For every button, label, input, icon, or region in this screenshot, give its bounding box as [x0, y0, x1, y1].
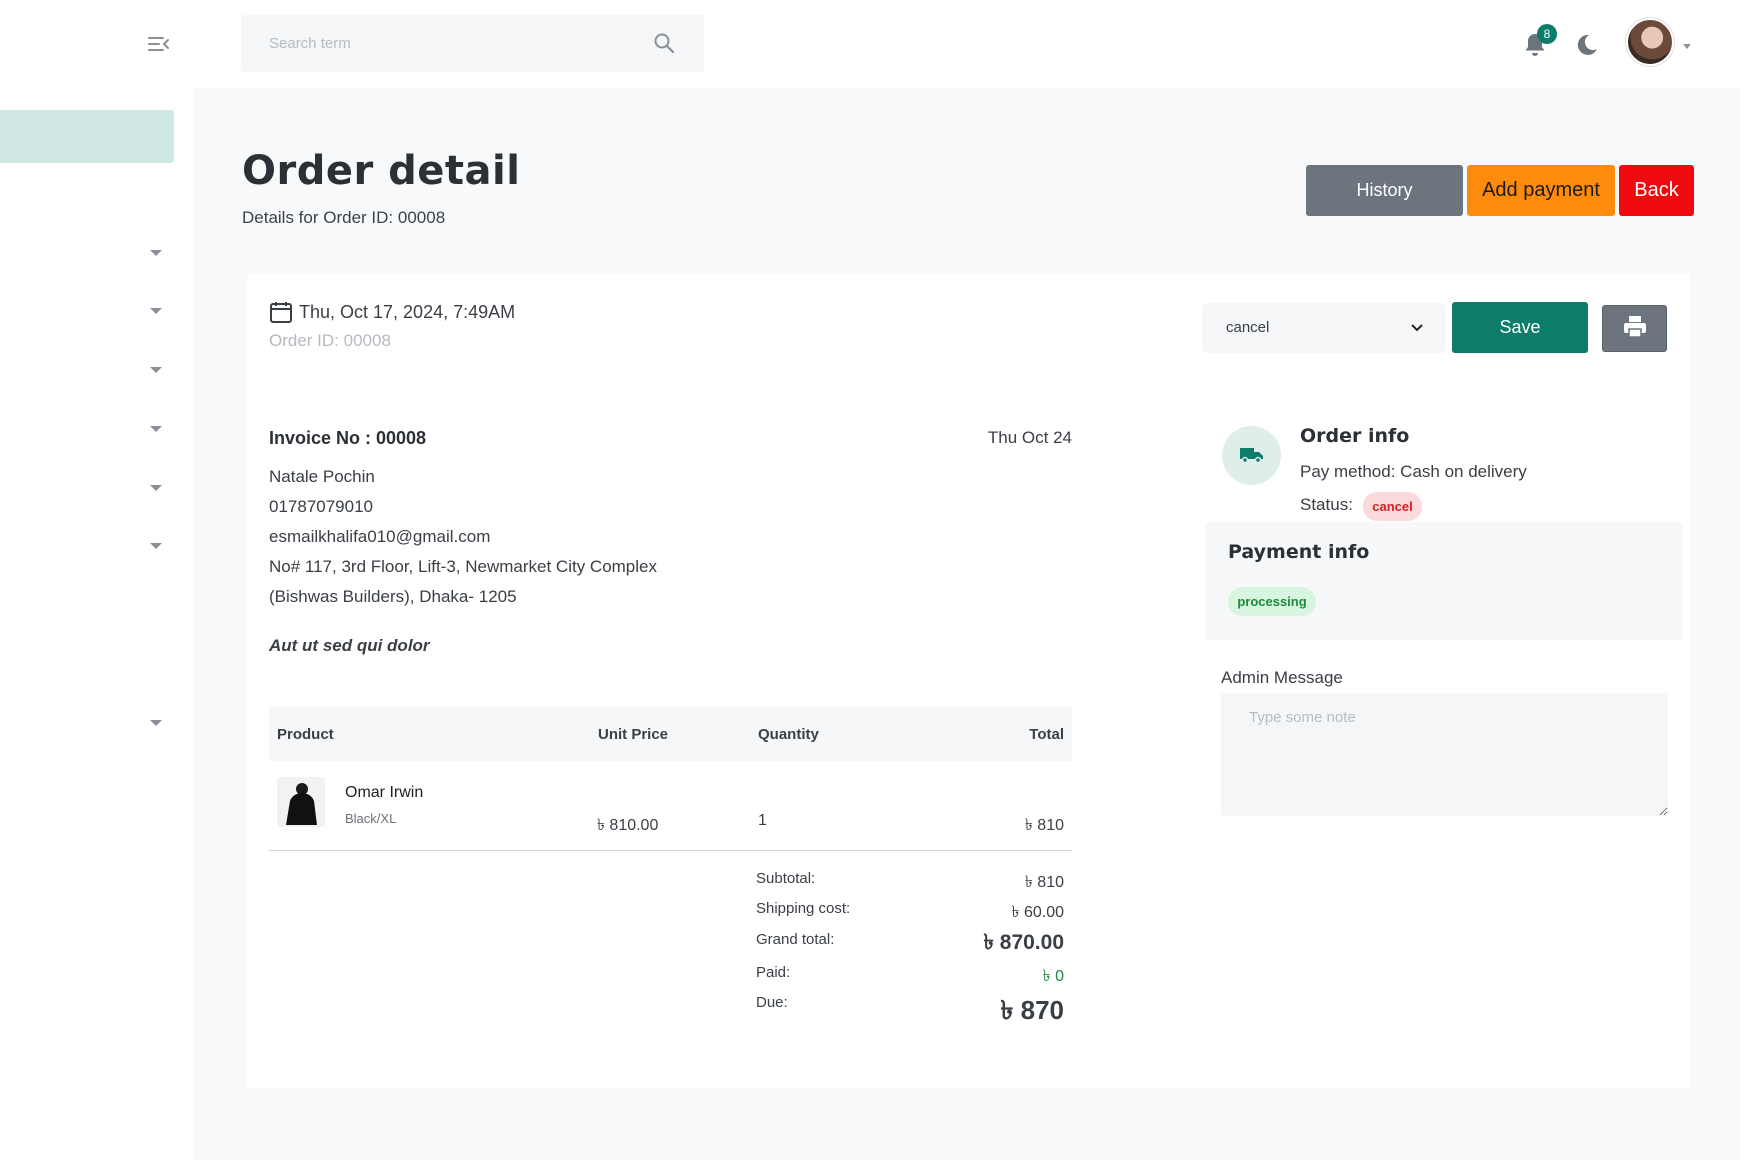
- invoice-number: Invoice No : 00008: [269, 428, 427, 448]
- chevron-down-icon[interactable]: [150, 426, 162, 432]
- admin-note-textarea[interactable]: [1221, 693, 1668, 816]
- order-id: Order ID: 00008: [269, 331, 391, 350]
- truck-icon: [1240, 448, 1263, 464]
- topbar: 8: [193, 0, 1740, 88]
- chevron-down-icon[interactable]: [150, 720, 162, 726]
- avatar-chevron-down-icon[interactable]: [1683, 44, 1691, 49]
- chevron-down-icon: [1411, 324, 1423, 332]
- shipping-value: ৳ 60.00: [1011, 904, 1064, 921]
- print-button[interactable]: [1602, 305, 1667, 352]
- search-bar: [241, 15, 704, 72]
- column-header-quantity: Quantity: [758, 726, 819, 743]
- column-header-product: Product: [277, 726, 334, 743]
- page-title: Order detail: [242, 148, 521, 194]
- save-button[interactable]: Save: [1452, 302, 1588, 353]
- product-total: ৳ 810: [1024, 817, 1064, 834]
- history-button[interactable]: History: [1306, 165, 1463, 216]
- search-icon[interactable]: [654, 33, 674, 53]
- add-payment-button[interactable]: Add payment: [1467, 165, 1615, 216]
- grand-total-value: ৳ 870.00: [983, 931, 1064, 954]
- column-header-unit-price: Unit Price: [598, 726, 669, 743]
- product-quantity: 1: [758, 812, 767, 829]
- column-header-total: Total: [1029, 726, 1064, 743]
- admin-message-label: Admin Message: [1221, 668, 1343, 687]
- table-header: Product Unit Price Quantity Total: [269, 706, 1072, 761]
- product-name: Omar Irwin: [345, 784, 424, 801]
- product-thumbnail: [277, 777, 325, 827]
- paid-label: Paid:: [756, 964, 791, 981]
- due-label: Due:: [756, 994, 788, 1011]
- notification-badge: 8: [1537, 24, 1557, 44]
- pay-method: Pay method: Cash on delivery: [1300, 462, 1527, 481]
- paid-value: ৳ 0: [1042, 968, 1064, 985]
- page-subtitle: Details for Order ID: 00008: [242, 208, 446, 227]
- customer-address-line1: No# 117, 3rd Floor, Lift-3, Newmarket Ci…: [269, 557, 657, 576]
- grand-total-label: Grand total:: [756, 931, 835, 948]
- subtotal-label: Subtotal:: [756, 870, 816, 887]
- order-info-status-label: Status:: [1300, 495, 1353, 514]
- chevron-down-icon[interactable]: [150, 485, 162, 491]
- table-divider: [269, 850, 1072, 851]
- print-icon: [1623, 316, 1646, 338]
- search-input[interactable]: [241, 15, 641, 72]
- menu-collapse-icon[interactable]: [148, 35, 172, 55]
- order-date-row: Thu, Oct 17, 2024, 7:49AM: [269, 300, 515, 324]
- order-note: Aut ut sed qui dolor: [269, 636, 430, 655]
- customer-name: Natale Pochin: [269, 467, 375, 486]
- shipping-label: Shipping cost:: [756, 900, 851, 917]
- user-avatar[interactable]: [1626, 18, 1674, 66]
- customer-phone: 01787079010: [269, 497, 374, 516]
- chevron-down-icon[interactable]: [150, 543, 162, 549]
- invoice-date: Thu Oct 24: [987, 428, 1072, 447]
- payment-info-title: Payment info: [1228, 541, 1370, 563]
- customer-address-line2: (Bishwas Builders), Dhaka- 1205: [269, 587, 517, 606]
- order-card: [247, 273, 1690, 1088]
- sidebar-active-item[interactable]: [0, 110, 174, 163]
- product-variant: Black/XL: [345, 811, 397, 826]
- payment-status-badge: processing: [1228, 587, 1316, 616]
- status-badge-cancel: cancel: [1363, 492, 1422, 521]
- due-value: ৳ 870: [1000, 995, 1064, 1025]
- chevron-down-icon[interactable]: [150, 367, 162, 373]
- customer-email: esmailkhalifa010@gmail.com: [269, 527, 491, 546]
- calendar-icon: [270, 302, 292, 323]
- back-button[interactable]: Back: [1619, 165, 1694, 216]
- chevron-down-icon[interactable]: [150, 308, 162, 314]
- subtotal-value: ৳ 810: [1024, 874, 1064, 891]
- theme-toggle-moon-icon[interactable]: [1573, 32, 1599, 58]
- order-datetime: Thu, Oct 17, 2024, 7:49AM: [299, 301, 516, 322]
- payment-info-box: [1205, 522, 1683, 640]
- chevron-down-icon[interactable]: [150, 250, 162, 256]
- sidebar: [0, 0, 193, 1160]
- order-info-title: Order info: [1300, 425, 1410, 447]
- truck-icon-badge: [1222, 426, 1281, 485]
- order-status-select[interactable]: cancel: [1202, 303, 1446, 353]
- product-unit-price: ৳ 810.00: [597, 817, 659, 834]
- notification-bell-icon[interactable]: 8: [1523, 24, 1557, 58]
- order-status-value: cancel: [1226, 319, 1270, 336]
